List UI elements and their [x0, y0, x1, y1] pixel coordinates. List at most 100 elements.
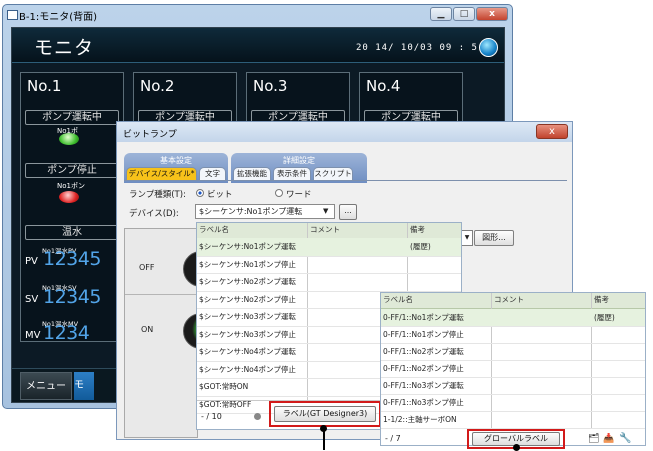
list-header: ラベル名 コメント 備考	[381, 293, 645, 309]
label-name-cell: $シーケンサ:No2ポンプ停止	[199, 294, 296, 304]
dialog-title: ビットランプ	[123, 130, 177, 140]
label-name-cell: $シーケンサ:No4ポンプ停止	[199, 364, 296, 374]
callout-line-1	[323, 429, 325, 450]
note-cell: (履歴)	[594, 313, 615, 322]
table-row[interactable]: 0-FF/1::No2ポンプ停止	[381, 360, 645, 378]
globe-icon[interactable]	[479, 38, 498, 57]
window-icon	[7, 10, 18, 20]
figure-button[interactable]: 図形...	[474, 230, 514, 246]
panel-number: No.1	[27, 77, 62, 95]
table-row[interactable]: 0-FF/1::No2ポンプ運転	[381, 343, 645, 361]
window-title: B-1:モニタ(背面)	[19, 12, 98, 23]
sv-label: SV	[25, 294, 39, 305]
label-name-cell: $シーケンサ:No3ポンプ停止	[199, 329, 296, 339]
list-count: - / 7	[385, 434, 401, 443]
basic-settings-label: 基本設定	[160, 156, 192, 165]
hot-water-label: 温水	[25, 225, 119, 240]
label-name-cell: 0-FF/1::No3ポンプ停止	[383, 398, 464, 407]
figure-dropdown[interactable]: ▼	[461, 230, 473, 246]
device-browse-button[interactable]: ...	[339, 204, 357, 220]
callout-dot-1	[320, 425, 327, 432]
sv-value[interactable]: 12345	[43, 286, 101, 308]
col-comment: コメント	[494, 295, 524, 304]
gt-designer-label-button[interactable]: ラベル(GT Designer3)	[274, 406, 376, 422]
menu-button[interactable]: メニュー	[20, 372, 72, 400]
list-header: ラベル名 コメント 備考	[197, 223, 461, 239]
pv-value: 12345	[43, 248, 101, 270]
device-dropdown-arrow[interactable]: ▼	[323, 207, 328, 215]
col-note: 備考	[594, 295, 609, 304]
label-name-cell: $シーケンサ:No1ポンプ運転	[199, 242, 296, 251]
label-name-cell: 0-FF/1::No2ポンプ運転	[383, 347, 464, 356]
tab-text[interactable]: 文字	[199, 167, 226, 180]
radio-word[interactable]	[275, 189, 283, 197]
table-row[interactable]: 0-FF/1::No1ポンプ停止	[381, 326, 645, 344]
pump-panel-1: No.1 ポンプ運転中 No1ポ ポンプ停止 No1ポン 温水 PV No1温水…	[20, 72, 124, 344]
pump-running-label: ポンプ運転中	[25, 110, 119, 125]
tab-device-style[interactable]: デバイス/スタイル*	[126, 167, 197, 180]
tab-display-condition[interactable]: 表示条件	[273, 167, 311, 180]
lamp-type-label: ランプ種類(T):	[129, 190, 186, 200]
detail-settings-label: 詳細設定	[283, 156, 315, 165]
label-name-cell: $GOT:常時ON	[199, 382, 249, 391]
pump-stop-label: ポンプ停止	[25, 163, 119, 178]
close-button[interactable]: x	[476, 7, 508, 21]
maximize-button[interactable]: □	[453, 7, 475, 21]
table-row[interactable]: $シーケンサ:No1ポンプ運転 (履歴)	[197, 238, 461, 257]
label-name-cell: 0-FF/1::No1ポンプ停止	[383, 330, 464, 339]
table-row[interactable]: $シーケンサ:No1ポンプ停止	[197, 256, 461, 274]
col-note: 備考	[410, 225, 425, 234]
prev-page-icon[interactable]	[254, 413, 261, 420]
mv-value: 1234	[43, 322, 90, 344]
label-list-global: ラベル名 コメント 備考 0-FF/1::No1ポンプ運転 (履歴) 0-FF/1:…	[380, 292, 646, 449]
panel-number: No.2	[140, 77, 175, 95]
stop-lamp[interactable]	[59, 191, 79, 203]
minimize-button[interactable]: ▁	[430, 7, 452, 21]
radio-bit-label: ビット	[207, 190, 233, 200]
export-icon[interactable]: 📥	[603, 434, 614, 444]
table-row[interactable]: $シーケンサ:No2ポンプ運転	[197, 273, 461, 292]
label-name-cell: 0-FF/1::No3ポンプ運転	[383, 381, 464, 390]
panel-number: No.3	[253, 77, 288, 95]
tab-divider	[124, 180, 567, 181]
pv-label: PV	[25, 256, 38, 267]
wrench-icon[interactable]: 🔧	[619, 433, 631, 444]
on-label: ON	[141, 325, 154, 334]
table-row[interactable]: 0-FF/1::No1ポンプ運転 (履歴)	[381, 309, 645, 327]
monitor-button[interactable]: モ	[74, 372, 94, 400]
dialog-close-button[interactable]: x	[536, 124, 568, 139]
label-name-cell: 0-FF/1::No2ポンプ停止	[383, 364, 464, 373]
device-label: デバイス(D):	[129, 209, 179, 219]
label-name-cell: $シーケンサ:No1ポンプ停止	[199, 259, 296, 269]
note-cell: (履歴)	[410, 242, 431, 251]
run-lamp-tag: No1ポ	[57, 127, 78, 135]
table-row[interactable]: 1-1/2::主軸サーボON	[381, 411, 645, 429]
col-label-name: ラベル名	[199, 225, 229, 234]
label-name-cell: 0-FF/1::No1ポンプ運転	[383, 313, 464, 322]
label-name-cell: $GOT:常時OFF	[199, 399, 252, 409]
mv-label: MV	[25, 330, 41, 341]
radio-bit[interactable]	[196, 189, 204, 197]
device-combobox[interactable]: $シーケンサ:No1ポンプ運転	[195, 204, 335, 219]
datetime-display: 20 14/ 10/03 09 : 5 1	[356, 43, 491, 53]
label-name-cell: 1-1/2::主軸サーボON	[383, 415, 457, 424]
preview-divider	[125, 294, 197, 295]
label-name-cell: $シーケンサ:No3ポンプ運転	[199, 312, 296, 321]
screen-title: モニタ	[34, 37, 95, 59]
off-label: OFF	[139, 263, 155, 272]
dialog-titlebar: ビットランプ x	[117, 122, 572, 142]
screen-header: モニタ 20 14/ 10/03 09 : 5 1	[12, 28, 504, 63]
radio-word-label: ワード	[286, 190, 312, 200]
col-label-name: ラベル名	[383, 295, 413, 304]
list-count: - / 10	[201, 412, 222, 421]
table-row[interactable]: 0-FF/1::No3ポンプ停止	[381, 394, 645, 412]
tab-script[interactable]: スクリプト	[313, 167, 353, 180]
label-name-cell: $シーケンサ:No2ポンプ運転	[199, 277, 296, 286]
table-row[interactable]: 0-FF/1::No3ポンプ運転	[381, 377, 645, 395]
lamp-preview-area: OFF ON	[124, 228, 219, 438]
tab-extended[interactable]: 拡張機能	[233, 167, 271, 180]
stop-lamp-tag: No1ポン	[57, 182, 85, 190]
col-comment: コメント	[310, 225, 340, 234]
import-icon[interactable]: 🗂	[588, 434, 599, 444]
panel-number: No.4	[366, 77, 401, 95]
